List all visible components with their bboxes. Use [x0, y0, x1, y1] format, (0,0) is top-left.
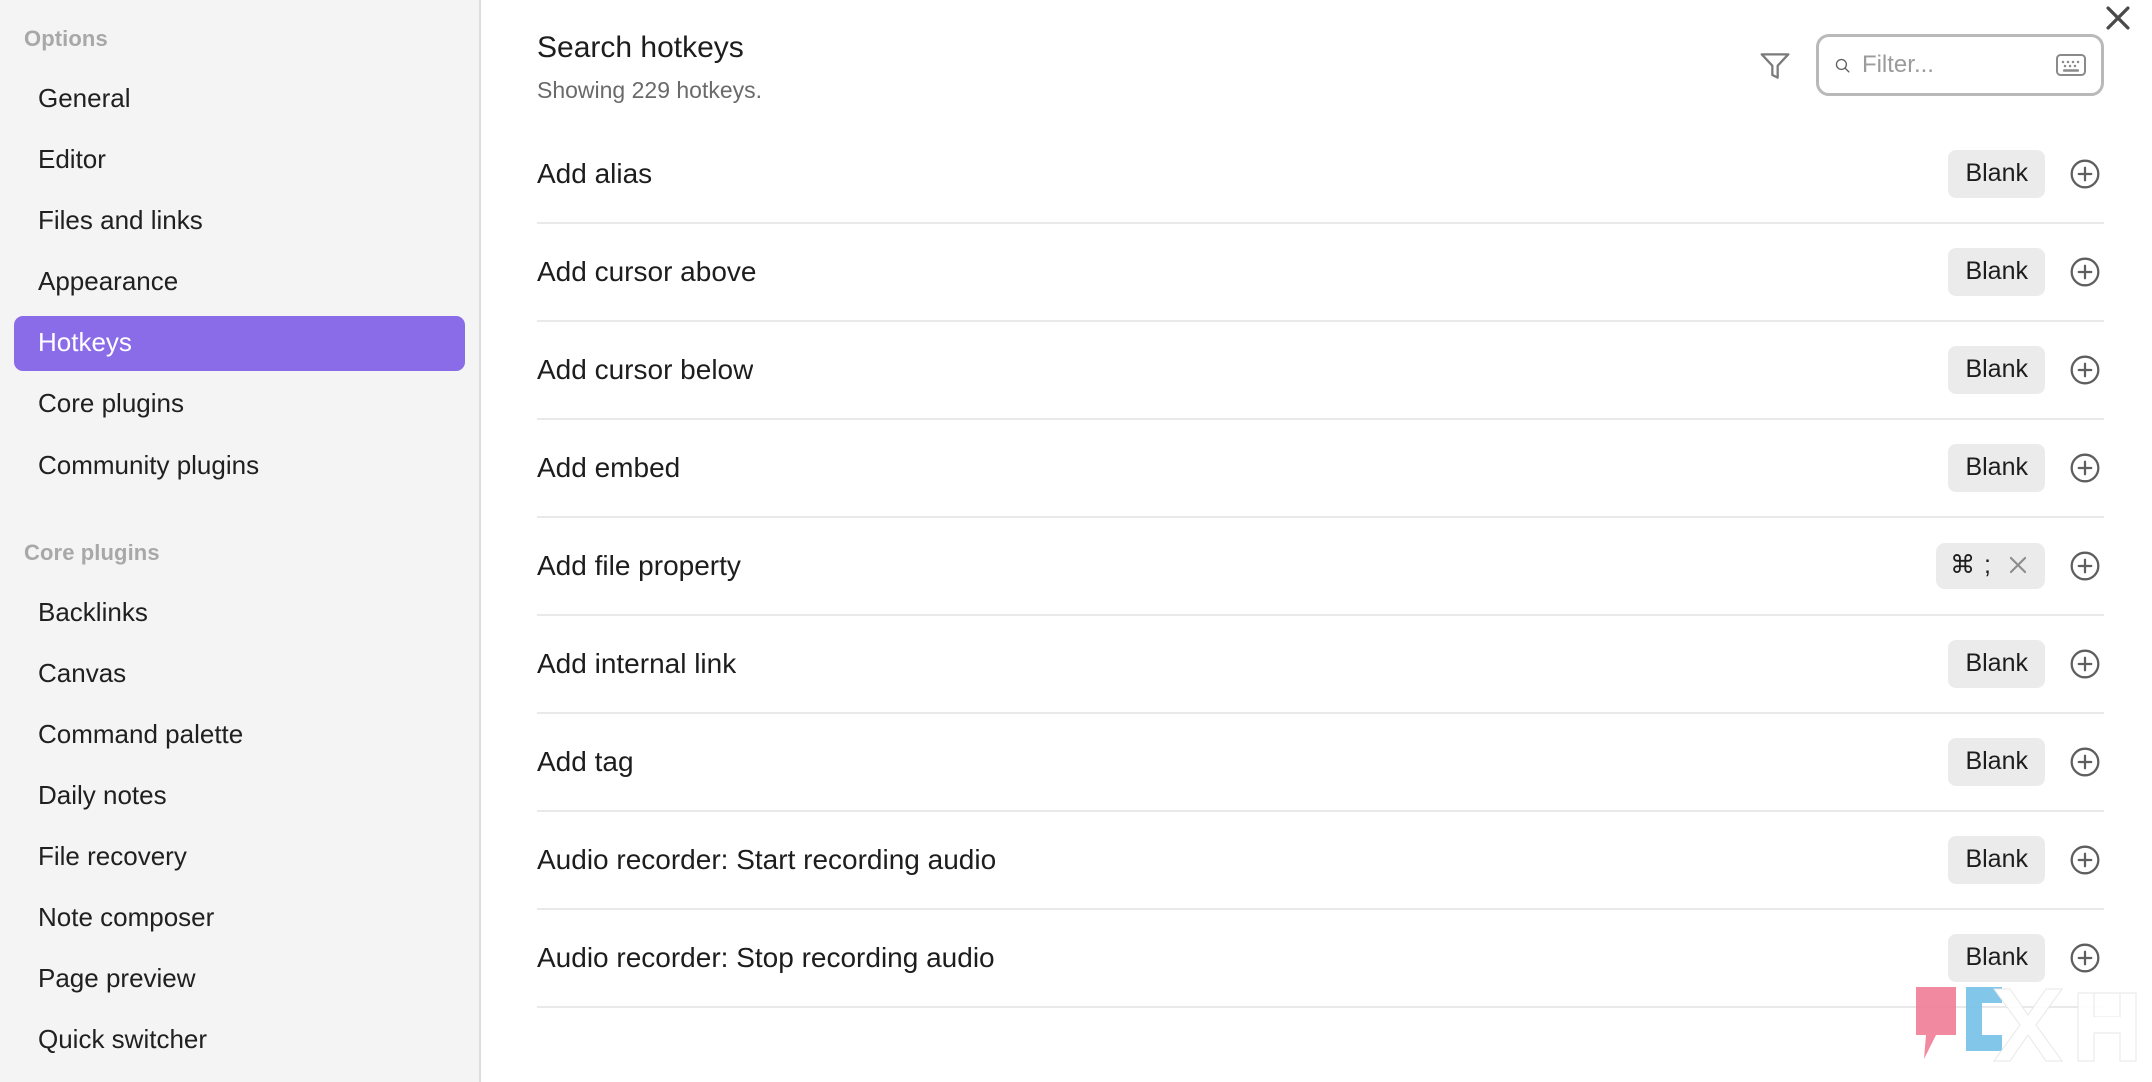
hotkeys-header: Search hotkeys Showing 229 hotkeys.	[481, 0, 2152, 126]
plus-circle-icon	[2070, 649, 2100, 679]
sidebar-item-backlinks[interactable]: Backlinks	[14, 586, 465, 641]
hotkey-name: Add embed	[537, 451, 681, 483]
hotkey-actions: Blank	[1948, 836, 2104, 884]
sidebar-item-editor[interactable]: Editor	[14, 133, 465, 188]
sidebar-item-hotkeys[interactable]: Hotkeys	[14, 316, 465, 372]
sidebar-item-page-preview[interactable]: Page preview	[14, 952, 465, 1007]
remove-hotkey-button[interactable]	[2005, 552, 2031, 578]
hotkey-list: Add alias Blank Add cursor above Blank A…	[481, 126, 2152, 1008]
hotkey-name: Add cursor above	[537, 255, 757, 287]
hotkey-name: Audio recorder: Start recording audio	[537, 843, 997, 875]
sidebar-item-command-palette[interactable]: Command palette	[14, 708, 465, 763]
status-badge[interactable]: Blank	[1948, 640, 2045, 688]
funnel-icon	[1760, 53, 1790, 79]
sidebar-item-appearance[interactable]: Appearance	[14, 255, 465, 310]
hotkey-name: Add internal link	[537, 647, 737, 679]
sidebar-item-file-recovery[interactable]: File recovery	[14, 830, 465, 885]
close-settings-button[interactable]	[2090, 0, 2146, 46]
add-hotkey-button[interactable]	[2066, 743, 2104, 781]
hotkey-name: Add cursor below	[537, 353, 754, 385]
sidebar-item-files-and-links[interactable]: Files and links	[14, 194, 465, 249]
status-badge[interactable]: Blank	[1948, 934, 2045, 982]
plus-circle-icon	[2070, 159, 2100, 189]
page-title: Search hotkeys	[537, 31, 744, 64]
plus-circle-icon	[2070, 551, 2100, 581]
hotkey-name: Add file property	[537, 549, 741, 581]
sidebar-group-title-core-plugins: Core plugins	[24, 539, 160, 565]
status-badge[interactable]: Blank	[1948, 346, 2045, 394]
table-row[interactable]: Audio recorder: Start recording audio Bl…	[537, 812, 2104, 910]
settings-window: Options General Editor Files and links A…	[0, 0, 2152, 1082]
table-row[interactable]: Add tag Blank	[537, 714, 2104, 812]
status-badge[interactable]: Blank	[1948, 150, 2045, 198]
sidebar-item-templates[interactable]: Templates	[14, 1074, 465, 1082]
hotkey-name: Add alias	[537, 157, 653, 189]
header-controls	[1752, 26, 2104, 96]
add-hotkey-button[interactable]	[2066, 351, 2104, 389]
keyboard-icon	[2056, 54, 2086, 76]
sidebar-item-note-composer[interactable]: Note composer	[14, 891, 465, 946]
search-input[interactable]	[1861, 51, 2043, 79]
hotkey-binding-badge[interactable]: ⌘ ;	[1936, 543, 2045, 589]
table-row[interactable]: Add cursor below Blank	[537, 322, 2104, 420]
plus-circle-icon	[2070, 453, 2100, 483]
sidebar-item-quick-switcher[interactable]: Quick switcher	[14, 1013, 465, 1068]
settings-sidebar: Options General Editor Files and links A…	[0, 0, 481, 1082]
add-hotkey-button[interactable]	[2066, 449, 2104, 487]
sidebar-item-general[interactable]: General	[14, 72, 465, 127]
plus-circle-icon	[2070, 747, 2100, 777]
add-hotkey-button[interactable]	[2066, 645, 2104, 683]
close-x-icon	[2009, 556, 2027, 574]
table-row[interactable]: Add internal link Blank	[537, 616, 2104, 714]
table-row[interactable]: Audio recorder: Stop recording audio Bla…	[537, 910, 2104, 1008]
sidebar-item-community-plugins[interactable]: Community plugins	[14, 439, 465, 494]
add-hotkey-button[interactable]	[2066, 253, 2104, 291]
hotkey-actions: Blank	[1948, 346, 2104, 394]
plus-circle-icon	[2070, 845, 2100, 875]
table-row[interactable]: Add file property ⌘ ;	[537, 518, 2104, 616]
hotkey-name: Audio recorder: Stop recording audio	[537, 941, 995, 973]
header-text-block: Search hotkeys Showing 229 hotkeys.	[537, 26, 762, 106]
filter-button[interactable]	[1752, 42, 1798, 88]
sidebar-group-title-options: Options	[24, 26, 108, 51]
hotkey-search-box[interactable]	[1816, 34, 2104, 96]
close-icon	[2106, 6, 2130, 30]
hotkey-actions: Blank	[1948, 738, 2104, 786]
add-hotkey-button[interactable]	[2066, 547, 2104, 585]
table-row[interactable]: Add embed Blank	[537, 420, 2104, 518]
sidebar-item-daily-notes[interactable]: Daily notes	[14, 769, 465, 824]
add-hotkey-button[interactable]	[2066, 841, 2104, 879]
add-hotkey-button[interactable]	[2066, 939, 2104, 977]
keyboard-shortcut-button[interactable]	[2054, 51, 2088, 79]
plus-circle-icon	[2070, 943, 2100, 973]
hotkeys-count-status: Showing 229 hotkeys.	[537, 77, 763, 103]
hotkey-actions: Blank	[1948, 444, 2104, 492]
plus-circle-icon	[2070, 257, 2100, 287]
hotkey-actions: Blank	[1948, 248, 2104, 296]
table-row[interactable]: Add alias Blank	[537, 126, 2104, 224]
status-badge[interactable]: Blank	[1948, 836, 2045, 884]
search-icon	[1835, 58, 1850, 73]
hotkey-actions: Blank	[1948, 150, 2104, 198]
sidebar-item-canvas[interactable]: Canvas	[14, 647, 465, 702]
add-hotkey-button[interactable]	[2066, 155, 2104, 193]
hotkeys-panel: Search hotkeys Showing 229 hotkeys. Filt…	[481, 0, 2152, 1082]
hotkey-actions: Blank	[1948, 934, 2104, 982]
status-badge[interactable]: Blank	[1948, 444, 2045, 492]
hotkey-binding-keys: ⌘ ;	[1950, 551, 1992, 579]
plus-circle-icon	[2070, 355, 2100, 385]
table-row[interactable]: Add cursor above Blank	[537, 224, 2104, 322]
hotkey-actions: ⌘ ;	[1936, 543, 2104, 589]
hotkey-actions: Blank	[1948, 640, 2104, 688]
sidebar-item-core-plugins[interactable]: Core plugins	[14, 377, 465, 432]
hotkey-name: Add tag	[537, 745, 634, 777]
status-badge[interactable]: Blank	[1948, 738, 2045, 786]
status-badge[interactable]: Blank	[1948, 248, 2045, 296]
